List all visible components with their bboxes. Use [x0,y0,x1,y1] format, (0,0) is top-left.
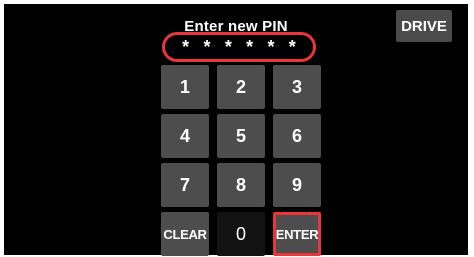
key-0[interactable]: 0 [217,212,265,256]
drive-button[interactable]: DRIVE [396,10,452,42]
key-1[interactable]: 1 [161,65,209,109]
clear-button[interactable]: CLEAR [161,212,209,256]
key-5[interactable]: 5 [217,114,265,158]
pin-char: * [288,37,296,57]
pin-display: * * * * * * [162,32,316,62]
numeric-keypad: 1 2 3 4 5 6 7 8 9 CLEAR 0 ENTER [161,65,323,256]
key-3[interactable]: 3 [273,65,321,109]
enter-button[interactable]: ENTER [273,212,321,256]
key-6[interactable]: 6 [273,114,321,158]
pin-char: * [267,37,275,57]
pin-char: * [224,37,232,57]
pin-entry-screen: Enter new PIN DRIVE * * * * * * 1 2 3 4 … [4,4,468,256]
pin-char: * [182,37,190,57]
key-8[interactable]: 8 [217,163,265,207]
key-2[interactable]: 2 [217,65,265,109]
key-4[interactable]: 4 [161,114,209,158]
key-7[interactable]: 7 [161,163,209,207]
key-9[interactable]: 9 [273,163,321,207]
pin-char: * [203,37,211,57]
pin-char: * [246,37,254,57]
